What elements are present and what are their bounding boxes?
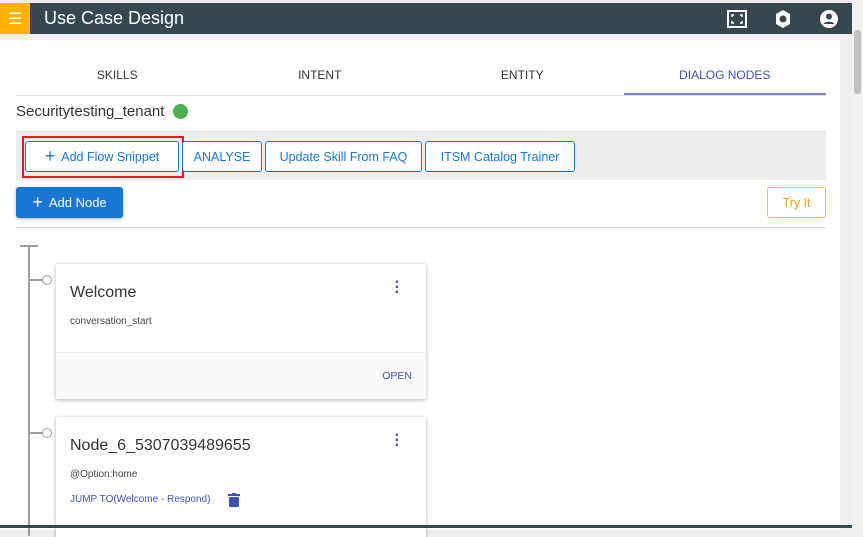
more-options-icon[interactable]: · · ·	[395, 275, 400, 301]
try-it-button[interactable]: Try It	[767, 187, 826, 218]
settings-icon[interactable]	[760, 9, 806, 29]
node-footer: OPEN	[56, 352, 426, 399]
jump-to-link[interactable]: JUMP TO(Welcome - Respond)	[70, 494, 210, 505]
tenant-label: Securitytesting_tenant	[16, 103, 189, 120]
divider	[16, 227, 826, 228]
add-flow-snippet-label: Add Flow Snippet	[61, 149, 160, 164]
account-icon[interactable]	[806, 9, 852, 29]
dialog-node-card[interactable]: Node_6_5307039489655 · · · @Option:home JU…	[56, 417, 426, 537]
scrollbar-thumb[interactable]	[854, 30, 861, 94]
node-condition: conversation_start	[70, 316, 152, 327]
tree-branch	[29, 279, 43, 281]
dialog-node-card[interactable]: Welcome · · · conversation_start OPEN	[56, 264, 426, 399]
analyse-button[interactable]: ANALYSE	[182, 141, 262, 172]
app-title: Use Case Design	[44, 8, 185, 28]
status-indicator	[173, 104, 189, 119]
add-node-label: Add Node	[48, 195, 107, 210]
add-node-button[interactable]: + Add Node	[16, 187, 123, 218]
more-options-icon[interactable]: · · ·	[395, 428, 400, 454]
node-condition: @Option:home	[70, 469, 138, 480]
main-panel: SKILLS INTENT ENTITY DIALOG NODES Securi…	[0, 40, 840, 537]
tab-entity[interactable]: ENTITY	[421, 60, 624, 95]
toolbar: + Add Flow Snippet ANALYSE Update Skill F…	[16, 131, 826, 180]
plus-icon: +	[44, 146, 56, 166]
tab-skills[interactable]: SKILLS	[16, 60, 219, 95]
add-flow-snippet-button[interactable]: + Add Flow Snippet	[25, 141, 179, 172]
tab-intent[interactable]: INTENT	[219, 60, 422, 95]
plus-icon: +	[32, 192, 43, 212]
app-header: ☰ Use Case Design	[0, 3, 852, 34]
node-title: Welcome	[70, 284, 137, 301]
fullscreen-icon[interactable]	[714, 9, 760, 28]
delete-icon[interactable]	[228, 493, 240, 512]
open-button[interactable]: OPEN	[382, 370, 412, 382]
menu-icon[interactable]: ☰	[0, 3, 30, 34]
itsm-catalog-trainer-button[interactable]: ITSM Catalog Trainer	[425, 141, 575, 172]
tab-dialog-nodes[interactable]: DIALOG NODES	[623, 60, 826, 95]
tree-node-circle	[42, 428, 52, 438]
tree-node-circle	[42, 275, 52, 285]
tree-line	[28, 246, 30, 536]
tab-bar: SKILLS INTENT ENTITY DIALOG NODES	[16, 60, 826, 96]
node-title: Node_6_5307039489655	[70, 437, 251, 454]
update-skill-from-faq-button[interactable]: Update Skill From FAQ	[265, 141, 422, 172]
scrollbar[interactable]	[852, 0, 863, 528]
tenant-name: Securitytesting_tenant	[16, 103, 165, 120]
tree-branch	[29, 432, 43, 434]
